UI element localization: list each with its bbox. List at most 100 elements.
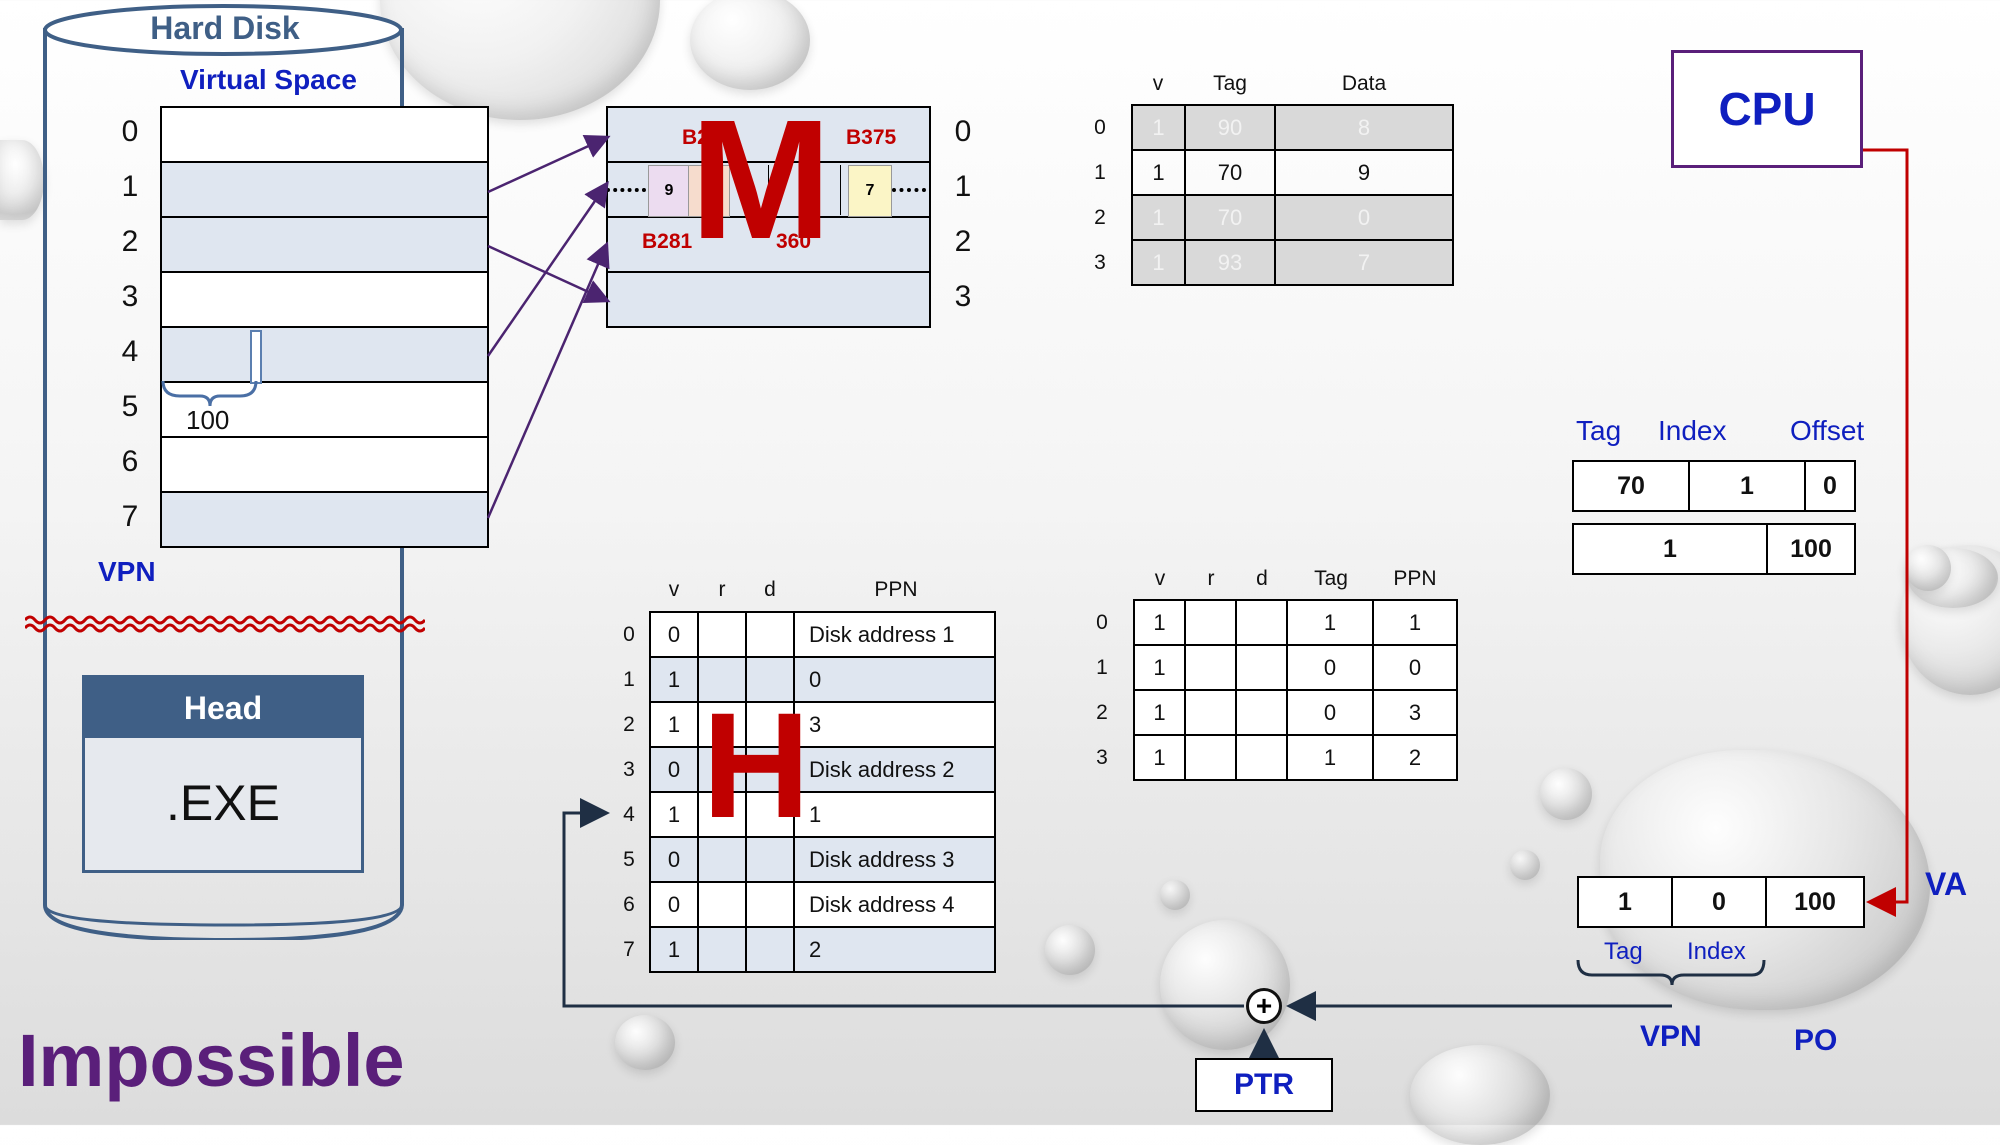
virtual-space-row <box>160 271 489 328</box>
page-table-row-index: 0 <box>623 623 635 646</box>
water-bubble <box>1905 545 1951 591</box>
cache-cell-v: 1 <box>1131 239 1186 286</box>
va-po-label: PO <box>1794 1024 1838 1057</box>
va-offset-value: 100 <box>1765 876 1865 928</box>
cache-cell-tag: 70 <box>1184 194 1276 241</box>
break-wavy-line <box>25 615 425 633</box>
tlb-cell-ppn: 3 <box>1372 689 1458 736</box>
memory-cell-7: 7 <box>848 165 892 217</box>
virtual-space-row-number: 3 <box>121 280 139 313</box>
page-table-cell-ppn: Disk address 4 <box>793 881 996 928</box>
memory-cell-9: 9 <box>648 165 690 217</box>
page-table-cell-ppn: 1 <box>793 791 996 838</box>
virtual-space-row <box>160 161 489 218</box>
breakdown-po-value: 100 <box>1766 523 1856 575</box>
offset-value: 100 <box>186 405 230 435</box>
water-bubble <box>1160 920 1290 1050</box>
cache-row-index: 1 <box>1094 161 1106 184</box>
memory-row-number: 1 <box>954 170 972 203</box>
page-table-cell-v: 0 <box>649 881 699 928</box>
offset-brace <box>161 380 258 407</box>
memory-row-number: 0 <box>954 115 972 148</box>
memory-cell-9-text: 9 <box>664 182 674 199</box>
tlb-row-index: 3 <box>1096 746 1108 769</box>
page-table-cell-v: 0 <box>649 611 699 658</box>
water-bubble <box>1540 768 1592 820</box>
virtual-space-row <box>160 326 489 383</box>
tlb-row-index: 2 <box>1096 701 1108 724</box>
tlb-cell-tag: 0 <box>1286 644 1374 691</box>
page-table-cell-v: 1 <box>649 791 699 838</box>
memory-big-letter: M <box>690 85 832 275</box>
tlb-cell-d <box>1235 689 1288 736</box>
cache-cell-data: 0 <box>1274 194 1454 241</box>
page-table-big-letter: H <box>702 681 811 849</box>
water-bubble <box>380 0 660 120</box>
va-tag-value: 1 <box>1577 876 1673 928</box>
block-label-b375: B375 <box>846 126 897 149</box>
cache-header: Tag <box>1213 72 1247 95</box>
breakdown-offset-value: 0 <box>1804 460 1856 512</box>
page-table-cell-r <box>697 881 747 928</box>
page-table-header: PPN <box>874 578 918 601</box>
block-label-b281: B281 <box>642 230 693 253</box>
va-index-label: Index <box>1687 938 1746 965</box>
page-table-cell-d <box>745 926 795 973</box>
exe-label: .EXE <box>166 775 280 831</box>
cache-cell-tag: 93 <box>1184 239 1276 286</box>
breakdown-offset-header: Offset <box>1790 415 1865 446</box>
memory-row1-dots-left <box>606 188 646 192</box>
virtual-space-row-number: 6 <box>121 445 139 478</box>
virtual-space-row <box>160 436 489 493</box>
hard-disk-title: Hard Disk <box>150 10 300 46</box>
tlb-cell-d <box>1235 599 1288 646</box>
cache-cell-data: 9 <box>1274 149 1454 196</box>
va-index-value: 0 <box>1671 876 1767 928</box>
tlb-row-index: 0 <box>1096 611 1108 634</box>
page-table-row-index: 4 <box>623 803 635 826</box>
water-bubble <box>1410 1045 1550 1145</box>
head-box: Head .EXE <box>82 675 364 873</box>
page-table-cell-ppn: 0 <box>793 656 996 703</box>
cache-cell-v: 1 <box>1131 104 1186 151</box>
page-table-row-index: 2 <box>623 713 635 736</box>
cpu-label: CPU <box>1718 83 1816 135</box>
virtual-space-label: Virtual Space <box>180 64 357 95</box>
virtual-space-row-number: 4 <box>121 335 139 368</box>
tlb-cell-v: 1 <box>1133 644 1186 691</box>
cache-cell-tag: 70 <box>1184 149 1276 196</box>
memory-row <box>606 271 931 328</box>
virtual-space-row-number: 2 <box>121 225 139 258</box>
cache-row-index: 0 <box>1094 116 1106 139</box>
cpu-box: CPU <box>1671 50 1863 168</box>
page-table-cell-ppn: 2 <box>793 926 996 973</box>
memory-cell-7-text: 7 <box>865 182 875 199</box>
tlb-cell-v: 1 <box>1133 689 1186 736</box>
page-table-cell-v: 1 <box>649 701 699 748</box>
tlb-cell-d <box>1235 734 1288 781</box>
virtual-space-row-number: 7 <box>121 500 139 533</box>
page-table-cell-ppn: Disk address 2 <box>793 746 996 793</box>
tlb-cell-r <box>1184 644 1237 691</box>
virtual-space-row <box>160 491 489 548</box>
breakdown-tag-header: Tag <box>1576 415 1622 446</box>
page-table-cell-v: 1 <box>649 656 699 703</box>
water-bubble <box>615 1015 675 1070</box>
tlb-cell-ppn: 1 <box>1372 599 1458 646</box>
tlb-cell-r <box>1184 734 1237 781</box>
cache-cell-data: 8 <box>1274 104 1454 151</box>
memory-row-number: 3 <box>954 280 972 313</box>
tlb-cell-r <box>1184 599 1237 646</box>
tlb-cell-tag: 1 <box>1286 599 1374 646</box>
page-table-row-index: 3 <box>623 758 635 781</box>
virtual-space-row-number: 5 <box>121 390 139 423</box>
cache-cell-v: 1 <box>1131 149 1186 196</box>
page-table-cell-v: 0 <box>649 836 699 883</box>
page-table-header: d <box>764 578 776 601</box>
virtual-space-row-number: 1 <box>121 170 139 203</box>
page-table-cell-d <box>745 611 795 658</box>
virtual-space-row-number: 0 <box>121 115 139 148</box>
va-tag-label: Tag <box>1604 938 1643 965</box>
water-bubble <box>1510 850 1540 880</box>
water-bubble <box>1160 880 1190 910</box>
